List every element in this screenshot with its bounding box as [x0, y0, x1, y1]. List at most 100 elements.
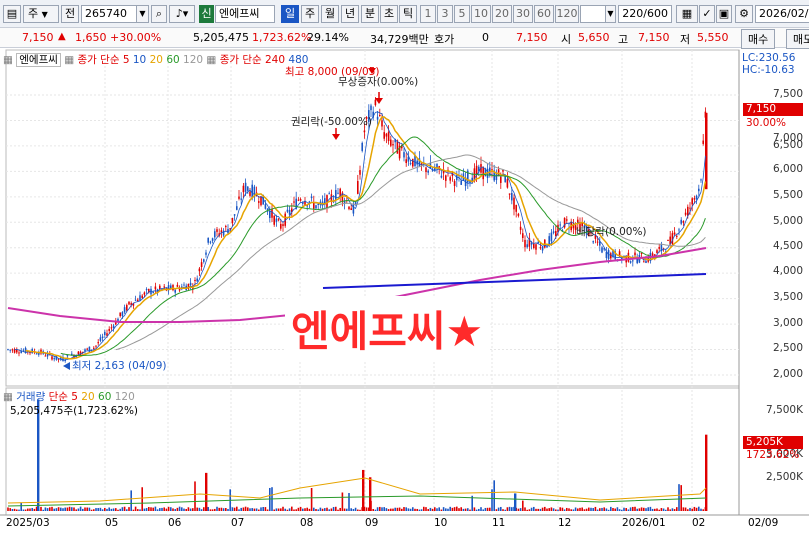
candle-body: [500, 176, 502, 183]
check-icon[interactable]: ✓: [699, 5, 715, 23]
candle-body: [482, 166, 484, 180]
volume-bar: [392, 508, 394, 511]
candle-body: [680, 219, 682, 224]
candle-body: [249, 191, 251, 196]
volume-bar: [295, 509, 297, 511]
volume-bar: [585, 508, 588, 511]
grid-icon[interactable]: ▦: [676, 5, 698, 23]
period-tick-button[interactable]: 틱: [399, 5, 417, 23]
volume-bar: [561, 507, 564, 511]
volume-bar: [277, 508, 280, 511]
stock-name-field[interactable]: 엔에프씨: [215, 5, 275, 23]
volume-bar: [64, 507, 66, 511]
ma-period-60: 60: [166, 54, 180, 66]
candle-body: [159, 285, 161, 289]
candle-body: [385, 133, 388, 137]
volume-bar: [530, 507, 533, 511]
market-select[interactable]: 주 ▼: [23, 5, 59, 23]
volume-bar: [357, 509, 359, 511]
volume-bar: [623, 507, 625, 511]
candle-body: [176, 284, 179, 287]
volume-bar: [579, 507, 581, 511]
custom-period-dropdown[interactable]: ▼: [605, 5, 616, 23]
speaker-icon[interactable]: ♪▾: [169, 5, 195, 23]
open-price: 5,650: [578, 31, 610, 44]
candle-body: [183, 284, 185, 286]
save-icon[interactable]: ▣: [716, 5, 732, 23]
minute-10-button[interactable]: 10: [471, 5, 491, 23]
period-month-button[interactable]: 월: [321, 5, 339, 23]
sell-button[interactable]: 매도: [786, 29, 809, 49]
volume-bar: [548, 508, 550, 511]
volume-bar: [280, 508, 282, 511]
minute-3-button[interactable]: 3: [437, 5, 453, 23]
candle-body: [416, 160, 418, 165]
minute-60-button[interactable]: 60: [534, 5, 554, 23]
count-display[interactable]: 220/600: [618, 5, 672, 23]
volume-bar: [73, 507, 75, 511]
date-field[interactable]: 2026/02/: [755, 5, 809, 23]
candle-body: [370, 105, 372, 111]
volume-bar: [671, 508, 674, 511]
high-label: 고: [618, 33, 629, 46]
period-minute-button[interactable]: 분: [361, 5, 379, 23]
x-tick-07: 07: [231, 517, 245, 529]
chart-type-icon[interactable]: ▤: [3, 5, 21, 23]
minute-1-button[interactable]: 1: [420, 5, 436, 23]
volume-bar: [33, 508, 36, 511]
volume-bar: [185, 508, 187, 511]
candle-body: [9, 349, 11, 351]
price-volume-chart[interactable]: [0, 48, 809, 535]
stock-code-input[interactable]: 265740: [81, 5, 137, 23]
volume-spike-bar: [205, 472, 208, 511]
code-dropdown-button[interactable]: ▼: [136, 5, 149, 23]
volume-bar: [350, 508, 352, 511]
y-tick-4000: 4,000: [772, 265, 803, 277]
volume-bar: [409, 508, 412, 511]
volume-bar: [572, 509, 575, 511]
candle-body: [233, 214, 236, 216]
candle-body: [541, 246, 544, 251]
volume-bar: [258, 509, 260, 511]
volume-bar: [673, 509, 676, 511]
candle-body: [315, 205, 317, 209]
candle-body: [258, 201, 260, 203]
volume-bar: [165, 508, 168, 511]
minute-120-button[interactable]: 120: [555, 5, 579, 23]
volume-bar: [420, 509, 423, 511]
volume-bar: [196, 507, 198, 511]
candle-body: [533, 243, 535, 249]
period-year-button[interactable]: 년: [341, 5, 359, 23]
vol-tick-7500k: 7,500K: [766, 404, 803, 416]
gear-icon[interactable]: ⚙: [735, 5, 753, 23]
buy-button[interactable]: 매수: [741, 29, 776, 49]
minute-20-button[interactable]: 20: [492, 5, 512, 23]
y-tick-4500: 4,500: [772, 240, 803, 252]
volume-bar: [614, 508, 616, 511]
candle-body: [154, 286, 157, 290]
watermark-text: 엔에프씨★: [285, 296, 490, 361]
chart-area[interactable]: ▦ 엔에프씨 ▦ 종가 단순 5 10 20 60 120 ▦ 종가 단순 24…: [0, 48, 809, 535]
candle-body: [689, 207, 691, 209]
period-second-button[interactable]: 초: [380, 5, 398, 23]
candle-body: [108, 329, 110, 331]
volume-bar: [192, 508, 194, 511]
volume-bar: [546, 508, 548, 511]
volume-bar: [90, 509, 93, 511]
volume-bar: [187, 507, 190, 511]
search-icon[interactable]: ⌕: [151, 5, 167, 23]
custom-period-input[interactable]: [580, 5, 606, 23]
period-day-button[interactable]: 일: [281, 5, 299, 23]
minute-5-button[interactable]: 5: [454, 5, 470, 23]
candle-body: [381, 120, 383, 127]
candle-body: [348, 206, 350, 210]
hoga-value: 0: [482, 31, 489, 44]
volume-ma-label: 단순: [48, 391, 68, 403]
volume-bar: [44, 507, 47, 511]
period-week-button[interactable]: 주: [301, 5, 319, 23]
candle-body: [110, 327, 113, 329]
volume-bar: [214, 508, 216, 511]
volume-bar: [436, 508, 438, 511]
prev-button[interactable]: 전: [61, 5, 79, 23]
minute-30-button[interactable]: 30: [513, 5, 533, 23]
